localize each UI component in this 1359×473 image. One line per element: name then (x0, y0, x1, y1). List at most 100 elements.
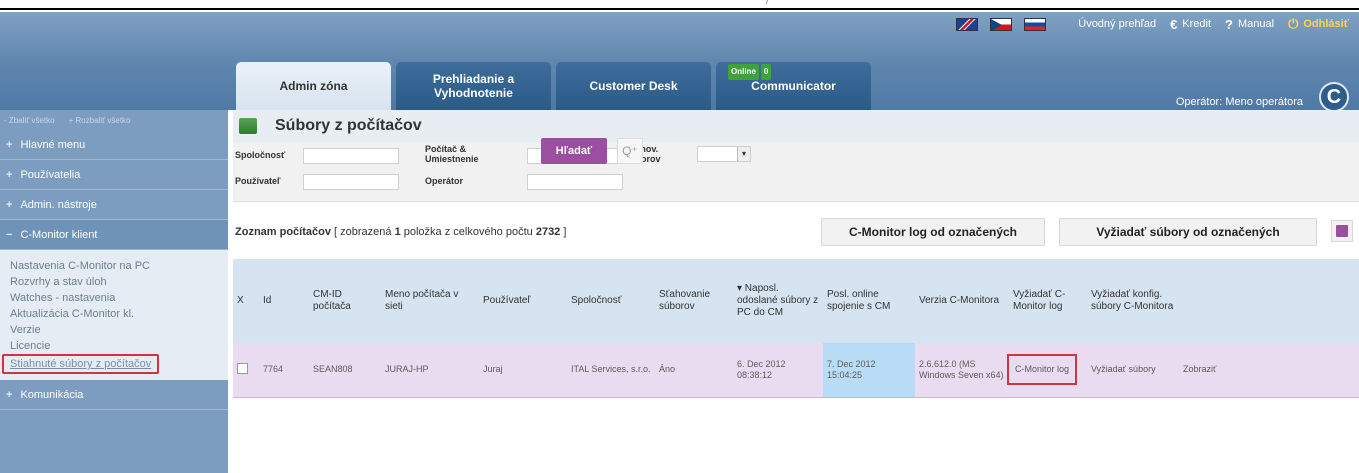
list-summary: Zoznam počítačov [ zobrazená 1 položka z… (235, 226, 566, 238)
online-count-badge: 0 (760, 64, 772, 80)
list-header: Zoznam počítačov [ zobrazená 1 položka z… (233, 218, 1359, 248)
sidebar-item-users[interactable]: + Používatelia (0, 160, 228, 190)
cell-last-sent: 6. Dec 2012 08:38:12 (737, 358, 786, 380)
computer-label: Počítač & Umiestnenie (425, 144, 479, 164)
request-files-selected-button[interactable]: Vyžiadať súbory od označených (1059, 218, 1317, 246)
sidebar-item-main-menu[interactable]: + Hlavné menu (0, 130, 228, 160)
tab-label: Prehliadanie a Vyhodnotenie (432, 72, 515, 100)
col-id[interactable]: Id (259, 259, 309, 343)
credit-link[interactable]: € Kredit (1170, 17, 1211, 32)
plus-icon: + (6, 388, 13, 401)
credit-label: Kredit (1182, 18, 1212, 30)
clear-filter-icon[interactable]: Q⁺ (617, 138, 643, 164)
sidebar-item-cmonitor-client[interactable]: − C-Monitor klient (0, 220, 228, 250)
euro-icon: € (1170, 16, 1178, 32)
col-request-config[interactable]: Vyžiadať konfig. súbory C-Monitora (1087, 259, 1179, 343)
main-content: Súbory z počítačov Spoločnosť Používateľ… (233, 110, 1359, 473)
computers-table: X Id CM-ID počítača Meno počítača v siet… (233, 259, 1359, 398)
cell-version: 2.6.612.0 (MS Windows Seven x64) (919, 358, 1004, 380)
col-company[interactable]: Spoločnosť (567, 259, 655, 343)
filter-panel: Spoločnosť Používateľ Počítač & Umiestne… (233, 142, 1359, 202)
save-icon[interactable] (1331, 220, 1353, 242)
col-last-online[interactable]: Posl. online spojenie s CM (823, 259, 915, 343)
submenu-item[interactable]: Nastavenia C-Monitor na PC (10, 258, 228, 274)
col-downloading[interactable]: Sťahovanie súborov (655, 259, 733, 343)
sidebar-item-label: Používatelia (20, 168, 81, 181)
sidebar-submenu: Nastavenia C-Monitor na PC Rozvrhy a sta… (0, 250, 228, 380)
table-header-row: X Id CM-ID počítača Meno počítača v siet… (233, 259, 1359, 343)
plus-icon: + (6, 138, 13, 151)
submenu-item[interactable]: Aktualizácia C-Monitor kl. (10, 306, 228, 322)
sidebar-toggle-links: - Zbaliť všetko + Rozbaliť všetko (0, 110, 228, 130)
expand-all-link[interactable]: + Rozbaliť všetko (69, 116, 131, 125)
col-version[interactable]: Verzia C-Monitora (915, 259, 1009, 343)
collapse-all-link[interactable]: - Zbaliť všetko (4, 116, 55, 125)
col-show (1179, 259, 1359, 343)
manual-label: Manual (1238, 18, 1275, 30)
tab-communicator[interactable]: Online 0 Communicator (716, 62, 871, 110)
tab-browse-evaluate[interactable]: Prehliadanie a Vyhodnotenie (396, 62, 551, 110)
help-icon: ? (1225, 16, 1233, 32)
cell-id: 7764 (263, 364, 284, 375)
sk-flag-icon[interactable] (1024, 17, 1047, 31)
tab-customer-desk[interactable]: Customer Desk (556, 62, 711, 110)
cell-log: C-Monitor log (1007, 343, 1087, 397)
list-summary-text: ] (560, 226, 567, 238)
sidebar-item-label: Komunikácia (20, 388, 84, 401)
cmonitor-log-link[interactable]: C-Monitor log (1007, 354, 1078, 386)
cell-cmid: SEAN808 (313, 364, 353, 375)
tab-label: Customer Desk (589, 79, 678, 93)
operator-label: Operátor: Meno operátora (1175, 96, 1303, 108)
cell-user: Juraj (483, 364, 503, 375)
submenu-item[interactable]: Watches - nastavenia (10, 290, 228, 306)
submenu-item[interactable]: Verzie (10, 322, 228, 338)
operator-filter-label: Operátor (425, 176, 464, 186)
sidebar-item-label: Admin. nástroje (20, 198, 97, 211)
sidebar: - Zbaliť všetko + Rozbaliť všetko + Hlavn… (0, 110, 228, 473)
main-tabs: Admin zóna Prehliadanie a Vyhodnotenie C… (236, 62, 871, 110)
sidebar-item-label: Hlavné menu (20, 138, 86, 151)
col-cmid[interactable]: CM-ID počítača (309, 259, 381, 343)
online-status-badge: Online (728, 64, 759, 80)
operator-field[interactable] (527, 174, 623, 190)
disk-shape (1336, 225, 1348, 237)
tab-admin-zone[interactable]: Admin zóna (236, 62, 391, 110)
page-title: Súbory z počítačov (275, 117, 422, 134)
caption-text: / (766, 0, 769, 6)
row-checkbox[interactable] (237, 362, 248, 374)
logout-link[interactable]: ⏻ Odhlásiť (1288, 16, 1349, 32)
logout-label: Odhlásiť (1303, 18, 1349, 30)
col-request-log[interactable]: Vyžiadať C-Monitor log (1009, 259, 1087, 343)
submenu-item-downloaded-files[interactable]: Stiahnuté súbory z počítačov (2, 354, 160, 374)
col-name[interactable]: Meno počítača v sieti (381, 259, 479, 343)
col-x[interactable]: X (233, 259, 259, 343)
download-select[interactable]: ▾ (697, 146, 751, 162)
files-icon (239, 118, 257, 134)
tab-label: Communicator (751, 79, 836, 93)
sidebar-item-admin-tools[interactable]: + Admin. nástroje (0, 190, 228, 220)
uk-flag-icon[interactable] (956, 17, 979, 31)
top-bar: Úvodný prehľad € Kredit ? Manual ⏻ Odhlásiť (956, 12, 1359, 36)
col-last-sent[interactable]: ▾ Naposl. odoslané súbory z PC do CM (733, 259, 823, 343)
app-header: Úvodný prehľad € Kredit ? Manual ⏻ Odhlásiť… (0, 12, 1359, 112)
sidebar-item-communication[interactable]: + Komunikácia (0, 380, 228, 410)
request-files-link[interactable]: Vyžiadať súbory (1091, 364, 1156, 374)
submenu-item[interactable]: Licencie (10, 338, 228, 354)
submenu-item[interactable]: Rozvrhy a stav úloh (10, 274, 228, 290)
cz-flag-icon[interactable] (990, 17, 1013, 31)
total-count: 2732 (535, 226, 561, 238)
user-field[interactable] (303, 174, 399, 190)
cell-company: ITAL Services, s.r.o. (571, 364, 651, 375)
overview-link[interactable]: Úvodný prehľad (1078, 18, 1156, 30)
show-link[interactable]: Zobraziť (1183, 364, 1216, 374)
app-logo-icon: C (1319, 82, 1349, 112)
plus-icon: + (6, 168, 13, 181)
online-badge: Online 0 (728, 64, 772, 80)
search-button[interactable]: Hľadať (541, 138, 607, 164)
col-user[interactable]: Používateľ (479, 259, 567, 343)
manual-link[interactable]: ? Manual (1225, 17, 1274, 32)
power-icon: ⏻ (1288, 16, 1299, 31)
cell-last-online: 7. Dec 2012 15:04:25 (823, 343, 915, 397)
company-field[interactable] (303, 148, 399, 164)
cmonitor-log-selected-button[interactable]: C-Monitor log od označených (821, 218, 1045, 246)
